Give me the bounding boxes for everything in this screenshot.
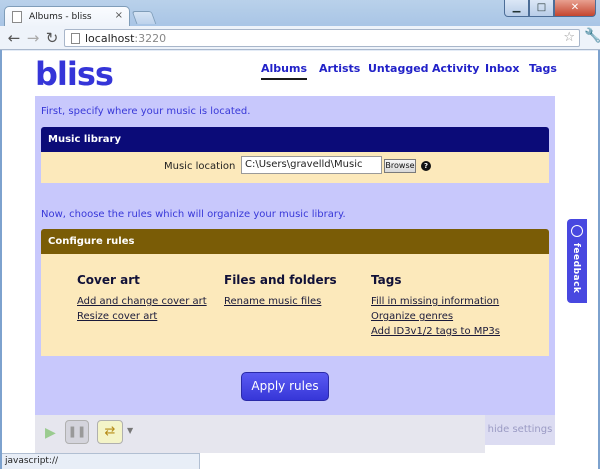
status-bar: javascript:// — [2, 453, 200, 469]
settings-panel: First, specify where your music is locat… — [35, 96, 555, 416]
rules-column-cover-art: Cover art Add and change cover art Resiz… — [77, 273, 207, 326]
page-icon — [71, 33, 80, 44]
new-tab-button[interactable] — [131, 11, 157, 24]
rules-column-files-folders: Files and folders Rename music files — [224, 273, 337, 311]
page-viewport: bliss Albums Artists Untagged Activity I… — [2, 51, 598, 453]
address-bar[interactable]: localhost:3220 ☆ — [64, 29, 580, 47]
nav-tags[interactable]: Tags — [529, 62, 557, 75]
rules-column-tags: Tags Fill in missing information Organiz… — [371, 273, 500, 341]
close-window-button[interactable]: ✕ — [554, 0, 596, 17]
music-location-label: Music location — [164, 161, 236, 172]
maximize-button[interactable]: □ — [529, 0, 554, 17]
column-heading: Tags — [371, 273, 402, 287]
window-controls: ▁ □ ✕ — [504, 0, 596, 17]
window-titlebar: Albums - bliss × ▁ □ ✕ — [0, 0, 600, 28]
intro-rules-text: Now, choose the rules which will organiz… — [41, 209, 346, 220]
reload-icon[interactable]: ↻ — [42, 28, 62, 48]
browse-button[interactable]: Browse — [384, 159, 416, 173]
column-heading: Cover art — [77, 273, 140, 287]
apply-rules-button[interactable]: Apply rules — [241, 372, 329, 401]
rule-link-add-id3-tags[interactable]: Add ID3v1/2 tags to MP3s — [371, 326, 500, 337]
nav-albums[interactable]: Albums — [261, 62, 307, 80]
tab-title: Albums - bliss — [29, 12, 92, 22]
url-host: localhost — [85, 32, 135, 45]
pause-icon[interactable]: ❚❚ — [65, 420, 89, 444]
rule-link-organize-genres[interactable]: Organize genres — [371, 311, 500, 322]
page-bottom — [200, 453, 598, 469]
back-arrow-icon[interactable]: ← — [4, 28, 24, 48]
nav-activity[interactable]: Activity — [432, 62, 479, 75]
play-icon[interactable]: ▶ — [45, 425, 56, 441]
main-nav: Albums Artists Untagged Activity Inbox T… — [2, 62, 598, 80]
nav-untagged[interactable]: Untagged — [368, 62, 429, 75]
shuffle-icon[interactable]: ⇄ — [97, 420, 123, 444]
rule-link-fill-missing-info[interactable]: Fill in missing information — [371, 296, 500, 307]
help-icon[interactable]: ? — [421, 161, 431, 171]
column-heading: Files and folders — [224, 273, 337, 287]
feedback-tab[interactable]: feedback — [567, 219, 587, 303]
browser-toolbar: ← → ↻ localhost:3220 ☆ 🔧 — [0, 26, 600, 50]
configure-rules-body: Cover art Add and change cover art Resiz… — [41, 254, 549, 356]
player-bar: ▶ ❚❚ ⇄ ▼ — [35, 415, 485, 453]
tab-close-icon[interactable]: × — [115, 10, 123, 21]
intro-location-text: First, specify where your music is locat… — [41, 106, 251, 117]
music-location-input[interactable]: C:\Users\gravelld\Music — [241, 156, 382, 174]
browser-tab[interactable]: Albums - bliss × — [4, 6, 130, 28]
music-library-body: Music location C:\Users\gravelld\Music B… — [41, 152, 549, 183]
rule-link-rename-music-files[interactable]: Rename music files — [224, 296, 337, 307]
megaphone-icon — [571, 225, 583, 237]
url-port: :3220 — [134, 32, 167, 45]
rule-link-add-change-cover-art[interactable]: Add and change cover art — [77, 296, 207, 307]
star-icon[interactable]: ☆ — [563, 30, 575, 45]
nav-inbox[interactable]: Inbox — [485, 62, 519, 75]
forward-arrow-icon[interactable]: → — [23, 28, 43, 48]
configure-rules-header: Configure rules — [41, 229, 549, 254]
feedback-label: feedback — [571, 243, 581, 294]
music-library-header: Music library — [41, 127, 549, 152]
chevron-down-icon[interactable]: ▼ — [127, 426, 133, 435]
page-icon — [12, 11, 22, 23]
nav-artists[interactable]: Artists — [319, 62, 360, 75]
hide-settings-link[interactable]: hide settings — [485, 415, 555, 445]
rule-link-resize-cover-art[interactable]: Resize cover art — [77, 311, 207, 322]
wrench-icon[interactable]: 🔧 — [584, 28, 600, 44]
minimize-button[interactable]: ▁ — [504, 0, 529, 17]
